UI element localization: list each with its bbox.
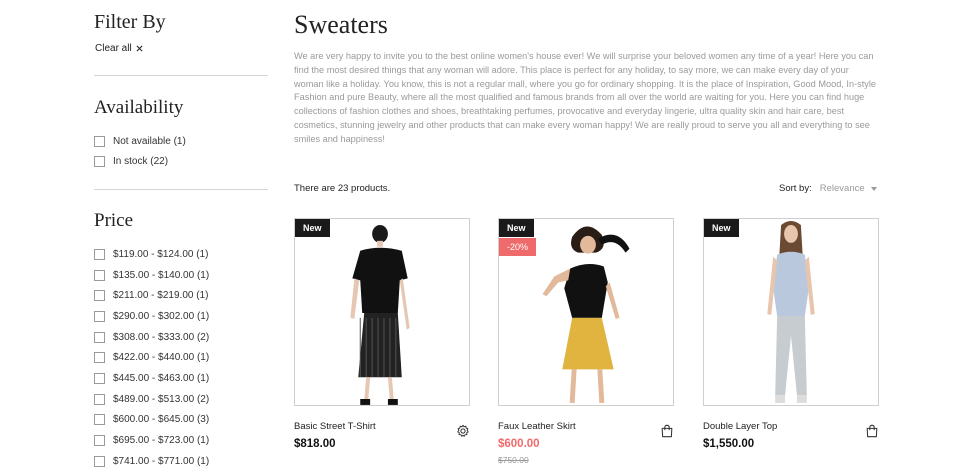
option-label: $600.00 - $645.00 (3)	[113, 413, 210, 425]
option-label: $135.00 - $140.00 (1)	[113, 269, 210, 281]
close-icon	[136, 45, 143, 52]
product-card: New Basic Street T-Shirt $818.00	[294, 218, 470, 450]
price-option[interactable]: $445.00 - $463.00 (1)	[94, 372, 209, 384]
checkbox[interactable]	[94, 455, 105, 467]
page-title: Sweaters	[294, 10, 388, 39]
price-option[interactable]: $119.00 - $124.00 (1)	[94, 248, 208, 260]
filter-title: Filter By	[94, 11, 166, 33]
product-image[interactable]: New -20%	[498, 218, 674, 406]
product-old-price: $750.00	[498, 455, 529, 465]
checkbox[interactable]	[94, 434, 105, 446]
clear-all-label: Clear all	[95, 43, 132, 54]
new-badge: New	[704, 219, 739, 237]
sort-select[interactable]: Relevance	[820, 183, 877, 194]
product-photo	[350, 225, 410, 405]
checkbox[interactable]	[94, 393, 105, 405]
price-title: Price	[94, 210, 134, 231]
availability-option-in-stock[interactable]: In stock (22)	[94, 155, 168, 167]
new-badge: New	[295, 219, 330, 237]
chevron-down-icon	[870, 186, 877, 191]
checkbox[interactable]	[94, 289, 105, 301]
divider	[94, 189, 268, 190]
product-name[interactable]: Basic Street T-Shirt	[294, 421, 376, 432]
option-label: $290.00 - $302.00 (1)	[113, 310, 210, 322]
new-badge: New	[499, 219, 534, 237]
price-option[interactable]: $489.00 - $513.00 (2)	[94, 393, 209, 405]
product-price: $600.00	[498, 438, 540, 450]
sort-label: Sort by:	[779, 183, 812, 194]
checkbox[interactable]	[94, 155, 105, 167]
product-image[interactable]: New	[294, 218, 470, 406]
option-label: In stock (22)	[113, 155, 169, 167]
product-name[interactable]: Double Layer Top	[703, 421, 777, 432]
price-option[interactable]: $290.00 - $302.00 (1)	[94, 310, 209, 322]
price-option[interactable]: $741.00 - $771.00 (1)	[94, 455, 209, 467]
option-label: $741.00 - $771.00 (1)	[113, 455, 210, 467]
price-option[interactable]: $695.00 - $723.00 (1)	[94, 434, 209, 446]
product-photo	[767, 221, 815, 403]
divider	[94, 75, 268, 76]
price-option[interactable]: $600.00 - $645.00 (3)	[94, 413, 209, 425]
add-to-cart-button[interactable]	[865, 424, 879, 438]
shopping-bag-icon	[661, 424, 673, 438]
checkbox[interactable]	[94, 269, 105, 281]
price-option[interactable]: $308.00 - $333.00 (2)	[94, 331, 209, 343]
option-label: $422.00 - $440.00 (1)	[113, 351, 210, 363]
gear-icon	[457, 424, 469, 437]
shopping-bag-icon	[866, 424, 878, 438]
price-option[interactable]: $422.00 - $440.00 (1)	[94, 351, 209, 363]
clear-all-button[interactable]: Clear all	[95, 43, 143, 54]
sort-by: Sort by: Relevance	[779, 183, 877, 194]
checkbox[interactable]	[94, 413, 105, 425]
add-to-cart-button[interactable]	[660, 424, 674, 438]
checkbox[interactable]	[94, 372, 105, 384]
checkbox[interactable]	[94, 351, 105, 363]
product-card: New -20% Faux Leather Skirt $600.00 $750…	[498, 218, 674, 465]
option-label: $695.00 - $723.00 (1)	[113, 434, 210, 446]
option-label: $489.00 - $513.00 (2)	[113, 393, 210, 405]
availability-title: Availability	[94, 97, 184, 118]
quick-view-button[interactable]	[456, 424, 470, 438]
option-label: $211.00 - $219.00 (1)	[113, 289, 209, 301]
option-label: $308.00 - $333.00 (2)	[113, 331, 210, 343]
option-label: Not available (1)	[113, 135, 186, 147]
product-card: New Double Layer Top $1,550.00	[703, 218, 879, 450]
product-count: There are 23 products.	[294, 183, 391, 194]
sort-value: Relevance	[819, 183, 865, 194]
option-label: $445.00 - $463.00 (1)	[113, 372, 210, 384]
checkbox[interactable]	[94, 135, 105, 147]
price-option[interactable]: $211.00 - $219.00 (1)	[94, 289, 208, 301]
product-name[interactable]: Faux Leather Skirt	[498, 421, 576, 432]
option-label: $119.00 - $124.00 (1)	[113, 248, 209, 260]
product-price: $818.00	[294, 438, 336, 450]
product-price: $1,550.00	[703, 438, 755, 450]
checkbox[interactable]	[94, 331, 105, 343]
discount-badge: -20%	[499, 238, 537, 256]
checkbox[interactable]	[94, 248, 105, 260]
price-option[interactable]: $135.00 - $140.00 (1)	[94, 269, 209, 281]
product-image[interactable]: New	[703, 218, 879, 406]
category-description: We are very happy to invite you to the b…	[294, 51, 877, 144]
checkbox[interactable]	[94, 310, 105, 322]
availability-option-not-available[interactable]: Not available (1)	[94, 135, 186, 147]
